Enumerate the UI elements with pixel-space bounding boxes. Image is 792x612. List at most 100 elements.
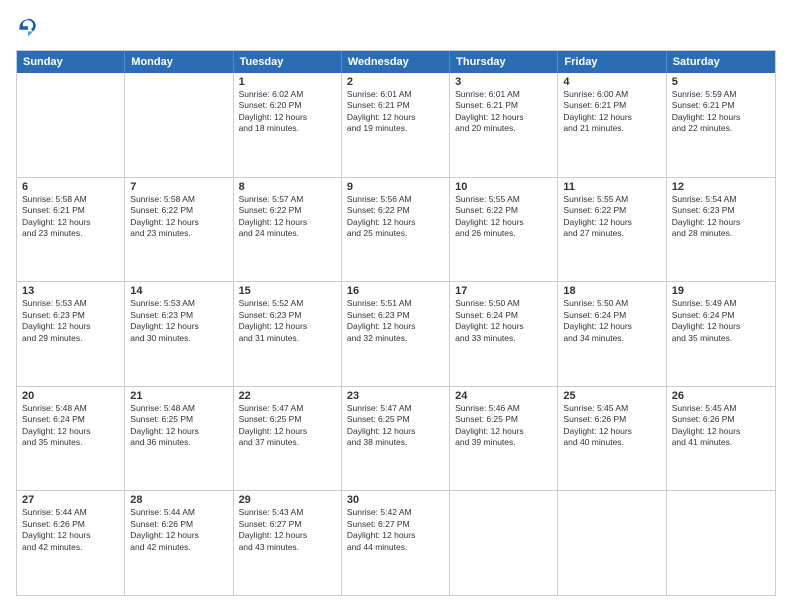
header-day-wednesday: Wednesday xyxy=(342,51,450,73)
logo-icon xyxy=(16,16,40,40)
cell-info: Sunrise: 5:47 AM Sunset: 6:25 PM Dayligh… xyxy=(347,403,444,449)
calendar-cell-10: 10Sunrise: 5:55 AM Sunset: 6:22 PM Dayli… xyxy=(450,178,558,282)
day-number: 5 xyxy=(672,76,770,88)
logo xyxy=(16,16,44,40)
calendar-cell-23: 23Sunrise: 5:47 AM Sunset: 6:25 PM Dayli… xyxy=(342,387,450,491)
calendar-row-3: 20Sunrise: 5:48 AM Sunset: 6:24 PM Dayli… xyxy=(17,386,775,491)
cell-info: Sunrise: 5:44 AM Sunset: 6:26 PM Dayligh… xyxy=(22,507,119,553)
day-number: 9 xyxy=(347,181,444,193)
cell-info: Sunrise: 6:01 AM Sunset: 6:21 PM Dayligh… xyxy=(455,89,552,135)
cell-info: Sunrise: 5:53 AM Sunset: 6:23 PM Dayligh… xyxy=(130,298,227,344)
day-number: 13 xyxy=(22,285,119,297)
cell-info: Sunrise: 5:49 AM Sunset: 6:24 PM Dayligh… xyxy=(672,298,770,344)
calendar-row-2: 13Sunrise: 5:53 AM Sunset: 6:23 PM Dayli… xyxy=(17,281,775,386)
header-day-friday: Friday xyxy=(558,51,666,73)
day-number: 15 xyxy=(239,285,336,297)
day-number: 24 xyxy=(455,390,552,402)
cell-info: Sunrise: 5:55 AM Sunset: 6:22 PM Dayligh… xyxy=(455,194,552,240)
cell-info: Sunrise: 5:57 AM Sunset: 6:22 PM Dayligh… xyxy=(239,194,336,240)
day-number: 20 xyxy=(22,390,119,402)
calendar-cell-27: 27Sunrise: 5:44 AM Sunset: 6:26 PM Dayli… xyxy=(17,491,125,595)
header-day-monday: Monday xyxy=(125,51,233,73)
cell-info: Sunrise: 5:55 AM Sunset: 6:22 PM Dayligh… xyxy=(563,194,660,240)
calendar-cell-21: 21Sunrise: 5:48 AM Sunset: 6:25 PM Dayli… xyxy=(125,387,233,491)
header-day-thursday: Thursday xyxy=(450,51,558,73)
calendar-cell-empty-4-4 xyxy=(450,491,558,595)
day-number: 27 xyxy=(22,494,119,506)
calendar-cell-22: 22Sunrise: 5:47 AM Sunset: 6:25 PM Dayli… xyxy=(234,387,342,491)
cell-info: Sunrise: 6:00 AM Sunset: 6:21 PM Dayligh… xyxy=(563,89,660,135)
calendar-cell-18: 18Sunrise: 5:50 AM Sunset: 6:24 PM Dayli… xyxy=(558,282,666,386)
calendar-cell-empty-0-1 xyxy=(125,73,233,177)
calendar-cell-19: 19Sunrise: 5:49 AM Sunset: 6:24 PM Dayli… xyxy=(667,282,775,386)
day-number: 17 xyxy=(455,285,552,297)
calendar-cell-15: 15Sunrise: 5:52 AM Sunset: 6:23 PM Dayli… xyxy=(234,282,342,386)
day-number: 1 xyxy=(239,76,336,88)
calendar-cell-1: 1Sunrise: 6:02 AM Sunset: 6:20 PM Daylig… xyxy=(234,73,342,177)
day-number: 4 xyxy=(563,76,660,88)
calendar-cell-16: 16Sunrise: 5:51 AM Sunset: 6:23 PM Dayli… xyxy=(342,282,450,386)
day-number: 10 xyxy=(455,181,552,193)
day-number: 28 xyxy=(130,494,227,506)
calendar-cell-14: 14Sunrise: 5:53 AM Sunset: 6:23 PM Dayli… xyxy=(125,282,233,386)
cell-info: Sunrise: 5:58 AM Sunset: 6:21 PM Dayligh… xyxy=(22,194,119,240)
day-number: 25 xyxy=(563,390,660,402)
day-number: 22 xyxy=(239,390,336,402)
calendar-cell-empty-4-5 xyxy=(558,491,666,595)
calendar-body: 1Sunrise: 6:02 AM Sunset: 6:20 PM Daylig… xyxy=(17,73,775,595)
page: SundayMondayTuesdayWednesdayThursdayFrid… xyxy=(0,0,792,612)
calendar-cell-9: 9Sunrise: 5:56 AM Sunset: 6:22 PM Daylig… xyxy=(342,178,450,282)
calendar-cell-20: 20Sunrise: 5:48 AM Sunset: 6:24 PM Dayli… xyxy=(17,387,125,491)
day-number: 14 xyxy=(130,285,227,297)
cell-info: Sunrise: 5:45 AM Sunset: 6:26 PM Dayligh… xyxy=(563,403,660,449)
cell-info: Sunrise: 6:02 AM Sunset: 6:20 PM Dayligh… xyxy=(239,89,336,135)
header xyxy=(16,16,776,40)
cell-info: Sunrise: 5:45 AM Sunset: 6:26 PM Dayligh… xyxy=(672,403,770,449)
day-number: 3 xyxy=(455,76,552,88)
calendar-cell-5: 5Sunrise: 5:59 AM Sunset: 6:21 PM Daylig… xyxy=(667,73,775,177)
calendar-cell-12: 12Sunrise: 5:54 AM Sunset: 6:23 PM Dayli… xyxy=(667,178,775,282)
calendar-cell-13: 13Sunrise: 5:53 AM Sunset: 6:23 PM Dayli… xyxy=(17,282,125,386)
calendar-cell-2: 2Sunrise: 6:01 AM Sunset: 6:21 PM Daylig… xyxy=(342,73,450,177)
cell-info: Sunrise: 5:48 AM Sunset: 6:25 PM Dayligh… xyxy=(130,403,227,449)
calendar-cell-4: 4Sunrise: 6:00 AM Sunset: 6:21 PM Daylig… xyxy=(558,73,666,177)
calendar-cell-30: 30Sunrise: 5:42 AM Sunset: 6:27 PM Dayli… xyxy=(342,491,450,595)
calendar-header: SundayMondayTuesdayWednesdayThursdayFrid… xyxy=(17,51,775,73)
calendar-cell-11: 11Sunrise: 5:55 AM Sunset: 6:22 PM Dayli… xyxy=(558,178,666,282)
calendar-row-0: 1Sunrise: 6:02 AM Sunset: 6:20 PM Daylig… xyxy=(17,73,775,177)
calendar-cell-6: 6Sunrise: 5:58 AM Sunset: 6:21 PM Daylig… xyxy=(17,178,125,282)
calendar: SundayMondayTuesdayWednesdayThursdayFrid… xyxy=(16,50,776,596)
day-number: 26 xyxy=(672,390,770,402)
cell-info: Sunrise: 5:47 AM Sunset: 6:25 PM Dayligh… xyxy=(239,403,336,449)
cell-info: Sunrise: 5:50 AM Sunset: 6:24 PM Dayligh… xyxy=(455,298,552,344)
day-number: 2 xyxy=(347,76,444,88)
cell-info: Sunrise: 5:56 AM Sunset: 6:22 PM Dayligh… xyxy=(347,194,444,240)
day-number: 16 xyxy=(347,285,444,297)
day-number: 18 xyxy=(563,285,660,297)
cell-info: Sunrise: 5:54 AM Sunset: 6:23 PM Dayligh… xyxy=(672,194,770,240)
calendar-cell-29: 29Sunrise: 5:43 AM Sunset: 6:27 PM Dayli… xyxy=(234,491,342,595)
day-number: 6 xyxy=(22,181,119,193)
calendar-cell-empty-4-6 xyxy=(667,491,775,595)
cell-info: Sunrise: 5:44 AM Sunset: 6:26 PM Dayligh… xyxy=(130,507,227,553)
cell-info: Sunrise: 5:42 AM Sunset: 6:27 PM Dayligh… xyxy=(347,507,444,553)
calendar-cell-28: 28Sunrise: 5:44 AM Sunset: 6:26 PM Dayli… xyxy=(125,491,233,595)
cell-info: Sunrise: 5:46 AM Sunset: 6:25 PM Dayligh… xyxy=(455,403,552,449)
day-number: 19 xyxy=(672,285,770,297)
header-day-tuesday: Tuesday xyxy=(234,51,342,73)
cell-info: Sunrise: 5:51 AM Sunset: 6:23 PM Dayligh… xyxy=(347,298,444,344)
calendar-row-4: 27Sunrise: 5:44 AM Sunset: 6:26 PM Dayli… xyxy=(17,490,775,595)
day-number: 7 xyxy=(130,181,227,193)
day-number: 23 xyxy=(347,390,444,402)
day-number: 8 xyxy=(239,181,336,193)
cell-info: Sunrise: 5:53 AM Sunset: 6:23 PM Dayligh… xyxy=(22,298,119,344)
cell-info: Sunrise: 5:58 AM Sunset: 6:22 PM Dayligh… xyxy=(130,194,227,240)
cell-info: Sunrise: 5:48 AM Sunset: 6:24 PM Dayligh… xyxy=(22,403,119,449)
calendar-cell-26: 26Sunrise: 5:45 AM Sunset: 6:26 PM Dayli… xyxy=(667,387,775,491)
day-number: 30 xyxy=(347,494,444,506)
day-number: 11 xyxy=(563,181,660,193)
day-number: 21 xyxy=(130,390,227,402)
cell-info: Sunrise: 6:01 AM Sunset: 6:21 PM Dayligh… xyxy=(347,89,444,135)
calendar-cell-empty-0-0 xyxy=(17,73,125,177)
day-number: 12 xyxy=(672,181,770,193)
